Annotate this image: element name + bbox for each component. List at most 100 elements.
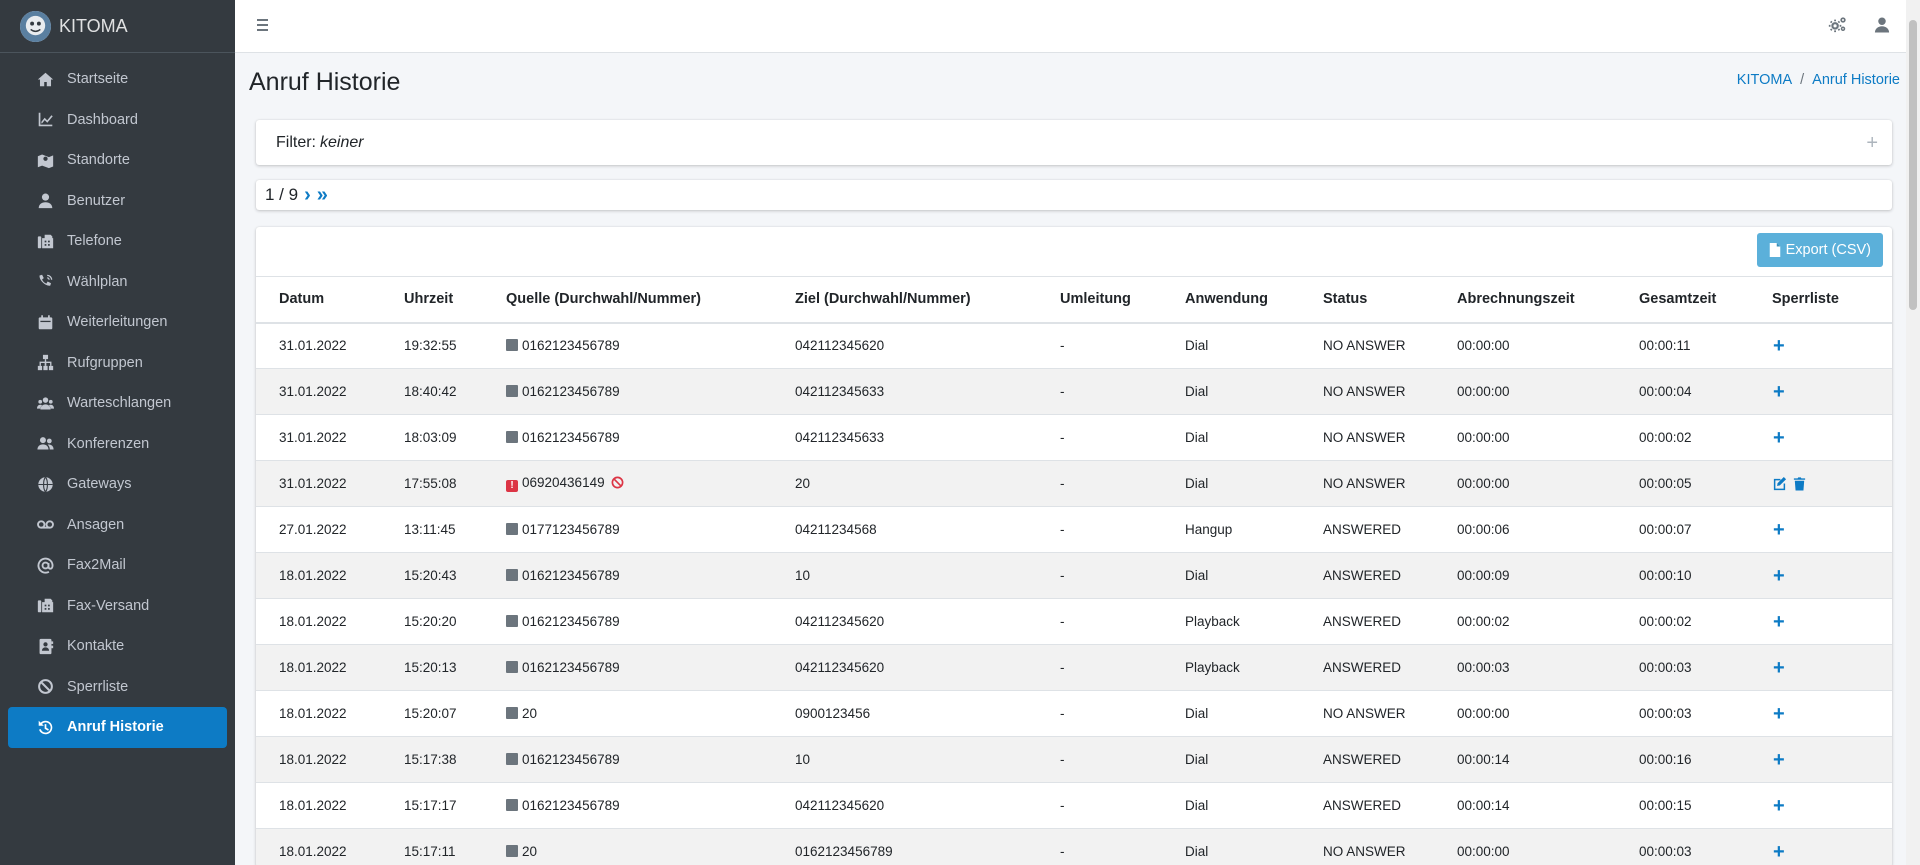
sidebar-item-ansagen[interactable]: Ansagen bbox=[8, 505, 227, 546]
add-to-blocklist-icon[interactable]: + bbox=[1772, 335, 1785, 357]
table-row: 18.01.2022 15:20:13 0162123456789 042112345… bbox=[256, 644, 1892, 691]
file-icon bbox=[1769, 243, 1780, 257]
cell-abrechnung: 00:00:00 bbox=[1434, 414, 1616, 461]
column-header[interactable]: Uhrzeit bbox=[381, 276, 483, 324]
export-csv-button[interactable]: Export (CSV) bbox=[1756, 233, 1883, 267]
cell-umleitung: - bbox=[1037, 506, 1162, 553]
sidebar-item-startseite[interactable]: Startseite bbox=[8, 59, 227, 100]
column-header[interactable]: Anwendung bbox=[1162, 276, 1300, 324]
cell-quelle: 0162123456789 bbox=[483, 322, 772, 369]
filter-card[interactable]: Filter: keiner + bbox=[256, 120, 1892, 165]
add-to-blocklist-icon[interactable]: + bbox=[1772, 703, 1785, 725]
column-header[interactable]: Sperrliste bbox=[1749, 276, 1892, 324]
filter-label: Filter: bbox=[276, 133, 316, 151]
source-number: 06920436149 bbox=[522, 475, 605, 490]
column-header[interactable]: Ziel (Durchwahl/Nummer) bbox=[772, 276, 1037, 324]
last-page-icon[interactable]: » bbox=[317, 185, 328, 205]
cell-quelle: 20 bbox=[483, 690, 772, 737]
sidebar-item-fax2mail[interactable]: Fax2Mail bbox=[8, 545, 227, 586]
add-to-blocklist-icon[interactable]: + bbox=[1772, 565, 1785, 587]
cell-ziel: 0162123456789 bbox=[772, 828, 1037, 865]
scrollbar-thumb[interactable] bbox=[1909, 20, 1917, 310]
cell-ziel: 04211234568 bbox=[772, 506, 1037, 553]
add-to-blocklist-icon[interactable]: + bbox=[1772, 519, 1785, 541]
cell-status: ANSWERED bbox=[1300, 552, 1434, 599]
cell-uhrzeit: 19:32:55 bbox=[381, 322, 483, 369]
breadcrumb-home[interactable]: KITOMA bbox=[1737, 72, 1792, 88]
cell-status: NO ANSWER bbox=[1300, 460, 1434, 507]
user-account-icon[interactable] bbox=[1872, 15, 1892, 38]
cell-status: NO ANSWER bbox=[1300, 828, 1434, 865]
add-to-blocklist-icon[interactable]: + bbox=[1772, 795, 1785, 817]
sidebar-item-dashboard[interactable]: Dashboard bbox=[8, 100, 227, 141]
cell-gesamt: 00:00:02 bbox=[1616, 598, 1749, 645]
next-page-icon[interactable]: › bbox=[304, 185, 311, 205]
sidebar-item-sperrliste[interactable]: Sperrliste bbox=[8, 667, 227, 708]
column-header[interactable]: Status bbox=[1300, 276, 1434, 324]
sidebar-item-label: Ansagen bbox=[67, 516, 125, 533]
sidebar-item-gateways[interactable]: Gateways bbox=[8, 464, 227, 505]
table-row: 31.01.2022 19:32:55 0162123456789 042112345… bbox=[256, 322, 1892, 369]
add-to-blocklist-icon[interactable]: + bbox=[1772, 611, 1785, 633]
sidebar-item-fax-versand[interactable]: Fax-Versand bbox=[8, 586, 227, 627]
settings-gears-icon[interactable] bbox=[1828, 15, 1848, 38]
sidebar-item-warteschlangen[interactable]: Warteschlangen bbox=[8, 383, 227, 424]
sidebar-item-label: Wählplan bbox=[67, 273, 128, 290]
sidebar-item-benutzer[interactable]: Benutzer bbox=[8, 181, 227, 222]
voicemail-icon bbox=[35, 515, 55, 535]
cell-status: NO ANSWER bbox=[1300, 690, 1434, 737]
cell-sperrliste: + bbox=[1749, 414, 1892, 461]
cell-abrechnung: 00:00:14 bbox=[1434, 782, 1616, 829]
sidebar-item-rufgruppen[interactable]: Rufgruppen bbox=[8, 343, 227, 384]
sidebar-item-wählplan[interactable]: Wählplan bbox=[8, 262, 227, 303]
column-header[interactable]: Quelle (Durchwahl/Nummer) bbox=[483, 276, 772, 324]
source-square-icon bbox=[506, 661, 518, 673]
sidebar-item-anruf-historie[interactable]: Anruf Historie bbox=[8, 707, 227, 748]
history-icon bbox=[35, 717, 55, 737]
column-header[interactable]: Datum bbox=[256, 276, 381, 324]
sidebar-item-konferenzen[interactable]: Konferenzen bbox=[8, 424, 227, 465]
add-to-blocklist-icon[interactable]: + bbox=[1772, 841, 1785, 863]
sidebar-item-standorte[interactable]: Standorte bbox=[8, 140, 227, 181]
cell-sperrliste: + bbox=[1749, 598, 1892, 645]
phone-volume-icon bbox=[35, 272, 55, 292]
sidebar-nav: Startseite Dashboard Standorte Benutzer Tele… bbox=[0, 53, 235, 748]
breadcrumb-separator: / bbox=[1800, 72, 1805, 88]
page-scrollbar[interactable] bbox=[1906, 0, 1920, 865]
sidebar-item-label: Warteschlangen bbox=[67, 395, 172, 412]
column-header[interactable]: Gesamtzeit bbox=[1616, 276, 1749, 324]
add-to-blocklist-icon[interactable]: + bbox=[1772, 381, 1785, 403]
cell-gesamt: 00:00:07 bbox=[1616, 506, 1749, 553]
cell-status: ANSWERED bbox=[1300, 782, 1434, 829]
add-to-blocklist-icon[interactable]: + bbox=[1772, 427, 1785, 449]
brand[interactable]: KITOMA bbox=[0, 0, 235, 53]
cell-datum: 31.01.2022 bbox=[256, 460, 381, 507]
table-row: 31.01.2022 17:55:08! 06920436149 20- Dial NO … bbox=[256, 460, 1892, 507]
cell-datum: 27.01.2022 bbox=[256, 506, 381, 553]
source-number: 0162123456789 bbox=[522, 660, 620, 675]
filter-expand-icon[interactable]: + bbox=[1866, 132, 1878, 155]
add-to-blocklist-icon[interactable]: + bbox=[1772, 657, 1785, 679]
cell-ziel: 042112345620 bbox=[772, 598, 1037, 645]
cell-sperrliste: + bbox=[1749, 782, 1892, 829]
trash-icon[interactable] bbox=[1792, 476, 1807, 491]
user-icon bbox=[35, 191, 55, 211]
cell-ziel: 042112345633 bbox=[772, 368, 1037, 415]
sidebar-item-kontakte[interactable]: Kontakte bbox=[8, 626, 227, 667]
source-number: 0162123456789 bbox=[522, 338, 620, 354]
sitemap-icon bbox=[35, 353, 55, 373]
cell-anwendung: Dial bbox=[1162, 322, 1300, 369]
cell-abrechnung: 00:00:03 bbox=[1434, 644, 1616, 691]
add-to-blocklist-icon[interactable]: + bbox=[1772, 749, 1785, 771]
sidebar-item-weiterleitungen[interactable]: Weiterleitungen bbox=[8, 302, 227, 343]
menu-toggle-icon[interactable] bbox=[255, 16, 275, 36]
cell-abrechnung: 00:00:00 bbox=[1434, 690, 1616, 737]
sidebar-item-telefone[interactable]: Telefone bbox=[8, 221, 227, 262]
column-header[interactable]: Abrechnungszeit bbox=[1434, 276, 1616, 324]
edit-icon[interactable] bbox=[1772, 476, 1787, 491]
blocked-ban-icon bbox=[611, 476, 624, 489]
breadcrumb-current[interactable]: Anruf Historie bbox=[1812, 72, 1900, 88]
column-header[interactable]: Umleitung bbox=[1037, 276, 1162, 324]
cell-uhrzeit: 17:55:08 bbox=[381, 460, 483, 507]
cell-quelle: 0177123456789 bbox=[483, 506, 772, 553]
